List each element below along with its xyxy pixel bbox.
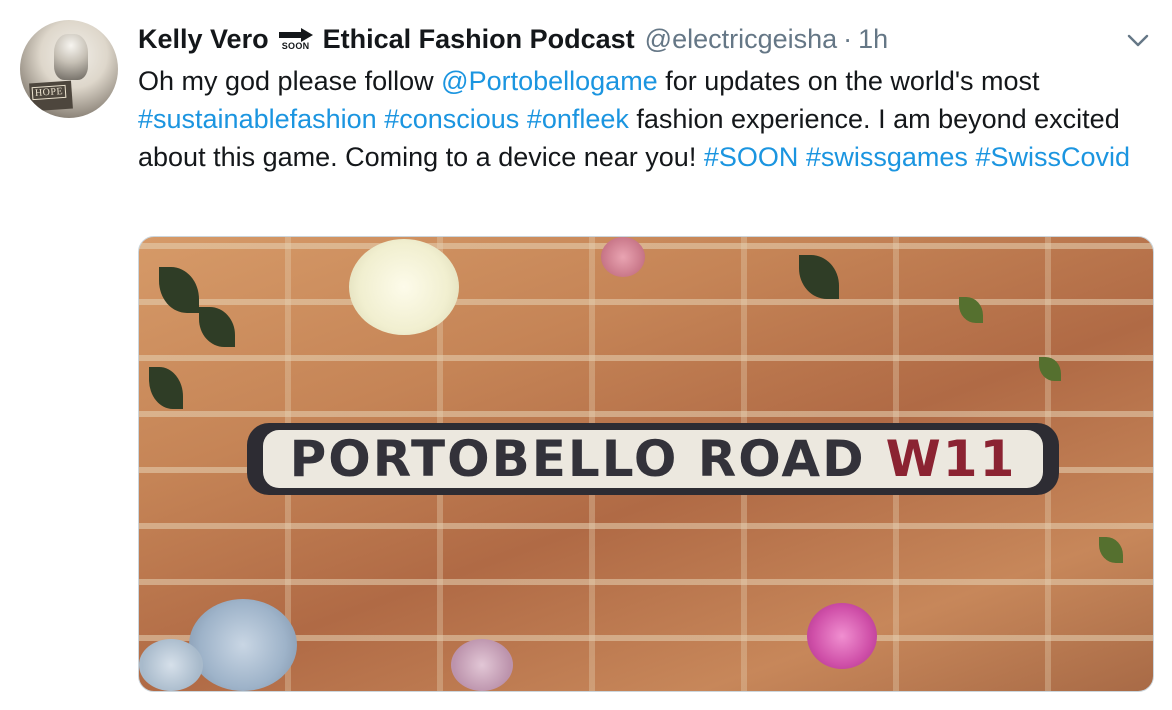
street-sign: PORTOBELLO ROAD W11 xyxy=(247,423,1059,495)
street-sign-face: PORTOBELLO ROAD W11 xyxy=(263,430,1043,488)
tweet-text-segment xyxy=(798,142,806,172)
sign-text: PORTOBELLO ROAD xyxy=(289,430,866,488)
blue-flower xyxy=(139,639,203,691)
hashtag-link[interactable]: #swissgames xyxy=(806,142,968,172)
mauve-flower xyxy=(451,639,513,691)
timestamp[interactable]: 1h xyxy=(858,24,888,55)
display-name-suffix[interactable]: Ethical Fashion Podcast xyxy=(323,24,635,55)
tweet[interactable]: HOPE Kelly Vero SOON Ethical Fashion Pod… xyxy=(0,0,1172,710)
tweet-text-segment xyxy=(519,104,527,134)
magenta-flower xyxy=(807,603,877,669)
hashtag-link[interactable]: #SwissCovid xyxy=(975,142,1130,172)
tweet-text-segment: for updates on the world's most xyxy=(657,66,1040,96)
avatar-figure xyxy=(54,34,88,80)
chevron-down-icon[interactable] xyxy=(1126,30,1150,50)
hashtag-link[interactable]: #conscious xyxy=(384,104,519,134)
soon-label: SOON xyxy=(281,40,310,51)
separator: · xyxy=(843,23,853,54)
blue-flower xyxy=(189,599,297,691)
hashtag-link[interactable]: #SOON xyxy=(704,142,799,172)
avatar[interactable]: HOPE xyxy=(20,20,118,118)
white-flower xyxy=(349,239,459,335)
display-name[interactable]: Kelly Vero xyxy=(138,24,269,55)
user-handle[interactable]: @electricgeisha xyxy=(645,24,838,55)
hashtag-link[interactable]: #sustainablefashion xyxy=(138,104,377,134)
arrow-icon xyxy=(278,27,313,42)
tweet-media[interactable]: PORTOBELLO ROAD W11 xyxy=(138,236,1154,692)
hashtag-link[interactable]: #onfleek xyxy=(527,104,629,134)
tweet-text: Oh my god please follow @Portobellogame … xyxy=(138,62,1148,176)
avatar-text: HOPE xyxy=(31,84,67,101)
tweet-header: Kelly Vero SOON Ethical Fashion Podcast … xyxy=(138,22,888,56)
pink-flower xyxy=(601,237,645,277)
tweet-text-segment: Oh my god please follow xyxy=(138,66,442,96)
soon-arrow-icon: SOON xyxy=(275,27,317,51)
mention-link[interactable]: @Portobellogame xyxy=(441,66,658,96)
sign-postcode: W11 xyxy=(885,430,1017,488)
